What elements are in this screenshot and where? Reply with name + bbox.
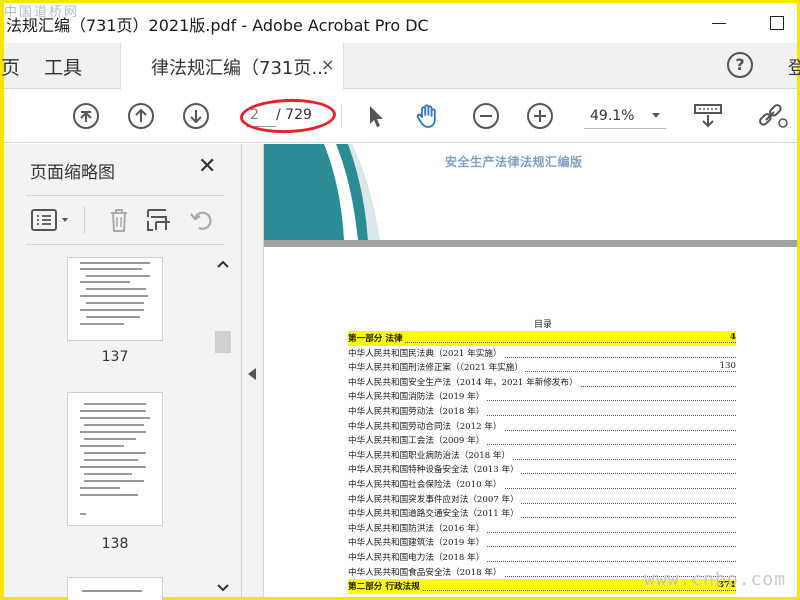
crop-page-icon[interactable] <box>144 206 174 234</box>
toc-entry-title: 中华人民共和国防洪法（2016 年） <box>348 521 487 534</box>
chevron-down-icon <box>652 113 660 118</box>
document-view[interactable]: 安全生产法律法规汇编版 目录 第一部分 法律 4 中华人民共和国民法典（2021 年… <box>264 144 797 597</box>
toolbar: 2 / 729 49.1% <box>4 89 797 143</box>
toc-entry-title: 第一部分 法律 <box>348 332 405 344</box>
panel-collapse-strip[interactable] <box>242 144 264 597</box>
toc-entry-title: 中华人民共和国特种设备安全法（2013 年） <box>348 463 521 476</box>
toc-entry[interactable]: 中华人民共和国特种设备安全法（2013 年） <box>348 462 736 477</box>
page-thumbnail[interactable] <box>67 392 163 526</box>
window-title: 法规汇编（731页）2021版.pdf - Adobe Acrobat Pro … <box>6 16 429 35</box>
site-watermark: www.cnbo.com <box>644 569 787 590</box>
panel-tool-divider <box>84 206 85 234</box>
toc-entry-title: 中华人民共和国电力法（2018 年） <box>348 551 487 563</box>
toc-entry[interactable]: 中华人民共和国电力法（2018 年） <box>348 550 736 565</box>
panel-divider <box>26 195 224 196</box>
options-menu-icon[interactable] <box>30 206 74 234</box>
toc-entry-title: 中华人民共和国工会法（2009 年） <box>348 434 487 447</box>
toc-entry[interactable]: 中华人民共和国职业病防治法（2018 年） <box>348 448 736 463</box>
toc-entry-title: 中华人民共和国食品安全法（2018 年） <box>348 565 504 578</box>
tab-home[interactable]: 页 <box>1 53 20 80</box>
toc-entry[interactable]: 中华人民共和国消防法（2019 年） <box>348 389 736 404</box>
toc-entry-title: 中华人民共和国道路交通安全法（2011 年） <box>348 507 521 520</box>
page-display-icon[interactable] <box>692 102 724 130</box>
toc-entry[interactable]: 中华人民共和国工会法（2009 年） <box>348 433 736 448</box>
document-tab-label: 律法规汇编（731页... <box>151 58 329 79</box>
close-panel-icon[interactable]: ✕ <box>198 154 216 179</box>
toc-entry[interactable]: 中华人民共和国安全生产法（2014 年，2021 年新修发布） <box>348 375 736 390</box>
panel-divider-2 <box>26 244 224 245</box>
scroll-up-icon[interactable] <box>217 259 229 269</box>
page-thumbnail[interactable] <box>67 577 163 600</box>
help-icon[interactable]: ? <box>727 52 753 78</box>
panel-title: 页面缩略图 <box>30 163 115 183</box>
minimize-button[interactable] <box>712 23 726 24</box>
next-page-icon[interactable] <box>182 102 210 130</box>
toc-entry-title: 中华人民共和国劳动合同法（2012 年） <box>348 419 504 432</box>
toc-entry-title: 第二部分 行政法规 <box>348 580 422 593</box>
toc-entry[interactable]: 中华人民共和国道路交通安全法（2011 年） <box>348 506 736 521</box>
toc-entry-title: 中华人民共和国刑法修正案（（2021 年实施） <box>348 361 525 374</box>
toc-entry[interactable]: 中华人民共和国建筑法（2019 年） <box>348 535 736 550</box>
toc-entry[interactable]: 中华人民共和国民法典（2021 年实施） <box>348 346 736 361</box>
toc-entry-page: 130 <box>717 361 736 372</box>
collapse-panel-icon[interactable] <box>248 368 256 380</box>
toc-entry-title: 中华人民共和国劳动法（2018 年） <box>348 405 487 417</box>
zoom-out-icon[interactable] <box>472 102 500 130</box>
hand-tool-icon[interactable] <box>414 102 442 130</box>
toolbar-divider <box>341 105 342 127</box>
toc-entry-title: 中华人民共和国民法典（2021 年实施） <box>348 346 504 359</box>
toc-entry[interactable]: 中华人民共和国突发事件应对法（2007 年） <box>348 492 736 507</box>
toc-entry-title: 中华人民共和国安全生产法（2014 年，2021 年新修发布） <box>348 375 580 388</box>
toc-leader-dots <box>348 342 736 343</box>
scroll-down-icon[interactable] <box>217 583 229 593</box>
cover-title: 安全生产法律法规汇编版 <box>445 155 583 169</box>
toc-entry-title: 中华人民共和国突发事件应对法（2007 年） <box>348 492 521 505</box>
tab-document[interactable]: 律法规汇编（731页... × <box>120 43 344 89</box>
thumbnail-scrollbar[interactable] <box>214 257 232 597</box>
toc-section-row[interactable]: 第一部分 法律 4 <box>348 331 736 346</box>
toc-entry[interactable]: 中华人民共和国社会保险法（2010 年） <box>348 477 736 492</box>
close-tab-icon[interactable]: × <box>321 55 334 74</box>
toc-entry[interactable]: 中华人民共和国劳动法（2018 年） <box>348 404 736 419</box>
toc-entry-title: 中华人民共和国消防法（2019 年） <box>348 390 487 403</box>
toc-entry[interactable]: 中华人民共和国防洪法（2016 年） <box>348 521 736 536</box>
cover-page-bottom: 安全生产法律法规汇编版 <box>264 144 797 240</box>
thumbnail-page-number: 137 <box>101 349 129 365</box>
maximize-button[interactable] <box>770 16 784 30</box>
cover-graphic <box>264 144 380 240</box>
thumbnail-page-number: 138 <box>101 536 129 552</box>
tab-bar: 页 工具 律法规汇编（731页... × ? 登 <box>1 43 800 89</box>
page-separator <box>264 240 797 247</box>
scrollbar-thumb[interactable] <box>215 331 231 353</box>
tab-tools[interactable]: 工具 <box>44 53 82 80</box>
delete-page-icon[interactable] <box>104 206 134 234</box>
toc-entry-title: 中华人民共和国社会保险法（2010 年） <box>348 478 504 490</box>
select-cursor-icon[interactable] <box>362 102 390 130</box>
rotate-page-icon[interactable] <box>186 206 216 234</box>
zoom-in-icon[interactable] <box>526 102 554 130</box>
first-page-icon[interactable] <box>72 102 100 130</box>
title-bar: 中国道桥网 法规汇编（731页）2021版.pdf - Adobe Acroba… <box>4 3 797 43</box>
zoom-level-value: 49.1% <box>590 108 635 124</box>
zoom-level-select[interactable]: 49.1% <box>584 103 666 129</box>
toc-entry-page: 4 <box>728 332 736 342</box>
previous-page-icon[interactable] <box>127 102 155 130</box>
toc-entry-title: 中华人民共和国职业病防治法（2018 年） <box>348 448 513 461</box>
toc-entry[interactable]: 中华人民共和国刑法修正案（（2021 年实施） 130 <box>348 360 736 375</box>
toc-heading: 目录 <box>534 320 553 330</box>
share-link-icon[interactable] <box>756 102 790 130</box>
toc-entry-title: 中华人民共和国建筑法（2019 年） <box>348 536 487 549</box>
thumbnail-panel: 页面缩略图 ✕ 137 138 <box>4 144 242 600</box>
toc-entry[interactable]: 中华人民共和国劳动合同法（2012 年） <box>348 419 736 434</box>
sign-in-link[interactable]: 登 <box>788 54 800 80</box>
page-thumbnail[interactable] <box>67 257 163 341</box>
